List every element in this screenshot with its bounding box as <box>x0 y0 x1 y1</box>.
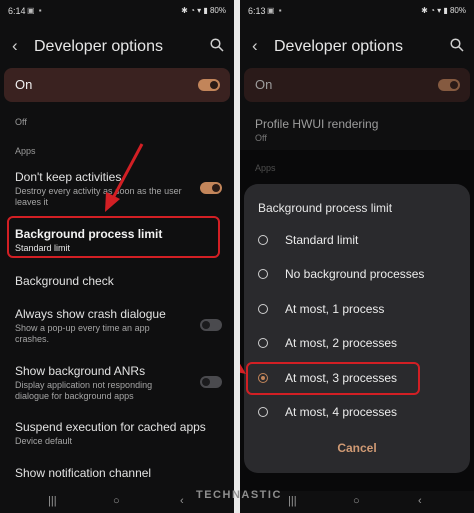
profile-hwui-title: Profile HWUI rendering <box>255 117 379 131</box>
status-right: ✱ ◔ ▾ ▮ 80% <box>181 6 226 15</box>
master-switch-label: On <box>255 77 273 92</box>
back-arrow-icon[interactable]: ‹ <box>12 36 18 56</box>
radio-button[interactable] <box>258 235 268 245</box>
notification-channel-row[interactable]: Show notification channel <box>15 466 151 480</box>
master-switch-row[interactable]: On <box>4 68 230 102</box>
status-bar: 6:13 ▣ ▪ ✱ ◔ ▾ ▮ 80% <box>240 0 474 22</box>
home-icon[interactable]: ○ <box>113 495 120 507</box>
master-switch-row[interactable]: On <box>244 68 470 102</box>
background-anrs-sub: Display application not responding dialo… <box>15 380 153 401</box>
background-anrs-toggle[interactable] <box>200 376 222 388</box>
recents-icon[interactable]: ||| <box>48 495 57 507</box>
nav-back-icon[interactable]: ‹ <box>180 495 184 507</box>
nav-back-icon[interactable]: ‹ <box>418 495 422 507</box>
search-icon[interactable] <box>210 38 224 52</box>
option-at-most-4[interactable]: At most, 4 processes <box>244 397 470 427</box>
radio-button[interactable] <box>258 407 268 417</box>
radio-button[interactable] <box>258 338 268 348</box>
off-label: Off <box>15 117 27 127</box>
master-toggle[interactable] <box>198 79 220 91</box>
option-at-most-3[interactable]: At most, 3 processes <box>244 363 470 393</box>
master-toggle[interactable] <box>438 79 460 91</box>
search-icon[interactable] <box>450 38 464 52</box>
suspend-execution-title: Suspend execution for cached apps <box>15 420 206 434</box>
radio-button-selected[interactable] <box>258 373 268 383</box>
crash-dialogue-sub: Show a pop-up every time an app crashes. <box>15 323 150 344</box>
dont-keep-activities-toggle[interactable] <box>200 182 222 194</box>
radio-button[interactable] <box>258 304 268 314</box>
status-time: 6:14 <box>8 6 26 16</box>
home-icon[interactable]: ○ <box>353 495 360 507</box>
right-phone-screen: 6:13 ▣ ▪ ✱ ◔ ▾ ▮ 80% ‹ Developer options… <box>240 0 474 513</box>
recents-icon[interactable]: ||| <box>288 495 297 507</box>
option-label: No background processes <box>285 267 425 281</box>
radio-button[interactable] <box>258 269 268 279</box>
status-right: ✱ ◔ ▾ ▮ 80% <box>421 6 466 15</box>
option-at-most-1[interactable]: At most, 1 process <box>244 294 470 324</box>
background-anrs-title: Show background ANRs <box>15 364 146 378</box>
crash-dialogue-title: Always show crash dialogue <box>15 307 166 321</box>
background-process-limit-title: Background process limit <box>15 227 163 241</box>
page-title: Developer options <box>34 38 163 55</box>
option-no-background[interactable]: No background processes <box>244 259 470 289</box>
page-title: Developer options <box>274 38 403 55</box>
process-limit-dialog: Background process limit Standard limit … <box>244 184 470 473</box>
dialog-title: Background process limit <box>258 201 393 215</box>
background-check-row[interactable]: Background check <box>15 274 114 288</box>
red-arrow-icon <box>105 143 144 212</box>
option-label: Standard limit <box>285 233 359 247</box>
profile-hwui-sub: Off <box>255 133 267 143</box>
app-header: ‹ Developer options <box>240 28 474 64</box>
option-label: At most, 2 processes <box>285 336 398 350</box>
status-bar: 6:14 ▣ ▪ ✱ ◔ ▾ ▮ 80% <box>0 0 234 22</box>
app-header: ‹ Developer options <box>0 28 234 64</box>
back-arrow-icon[interactable]: ‹ <box>252 36 258 56</box>
section-apps: Apps <box>15 146 36 156</box>
left-phone-screen: 6:14 ▣ ▪ ✱ ◔ ▾ ▮ 80% ‹ Developer options… <box>0 0 234 513</box>
option-standard-limit[interactable]: Standard limit <box>244 225 470 255</box>
signal-icons: ✱ ◔ ▾ ▮ <box>421 6 450 15</box>
option-at-most-2[interactable]: At most, 2 processes <box>244 328 470 358</box>
signal-icons: ✱ ◔ ▾ ▮ <box>181 6 210 15</box>
notification-icons: ▣ ▪ <box>267 6 283 15</box>
option-label: At most, 4 processes <box>285 405 398 419</box>
watermark: TECHNASTIC <box>196 489 282 501</box>
option-label: At most, 3 processes <box>285 371 398 385</box>
battery-level: 80% <box>209 6 226 15</box>
battery-level: 80% <box>449 6 466 15</box>
master-switch-label: On <box>15 77 33 92</box>
option-label: At most, 1 process <box>285 302 385 316</box>
red-arrow-icon <box>240 363 246 374</box>
notification-icons: ▣ ▪ <box>27 6 43 15</box>
suspend-execution-sub: Device default <box>15 436 73 446</box>
crash-dialogue-toggle[interactable] <box>200 319 222 331</box>
status-time: 6:13 <box>248 6 266 16</box>
background-process-limit-sub: Standard limit <box>15 243 71 253</box>
cancel-button[interactable]: Cancel <box>244 441 470 455</box>
